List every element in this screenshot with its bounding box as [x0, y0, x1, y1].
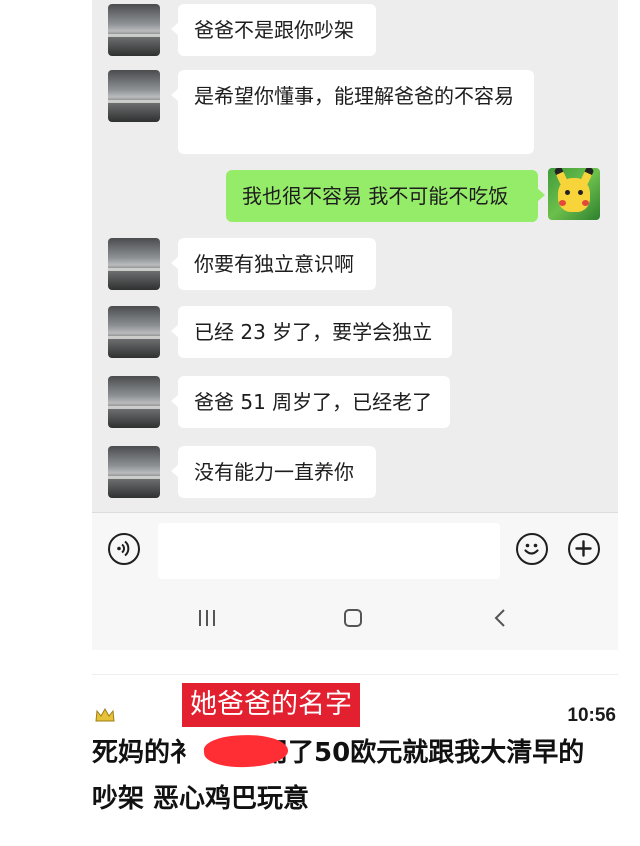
- sender-avatar[interactable]: [108, 238, 160, 290]
- message-bubble[interactable]: 我也很不容易 我不可能不吃饭: [226, 170, 545, 222]
- my-avatar[interactable]: [548, 168, 600, 220]
- pikachu-eye: [578, 190, 583, 195]
- input-bar: [92, 512, 618, 593]
- recent-apps-icon[interactable]: [196, 607, 218, 629]
- post-text-fragment: 衤: [170, 738, 197, 768]
- message-text: 我也很不容易 我不可能不吃饭: [242, 184, 509, 208]
- message-bubble[interactable]: 没有能力一直养你: [171, 446, 376, 498]
- plus-icon[interactable]: [568, 533, 600, 565]
- message-bubble[interactable]: 你要有独立意识啊: [171, 238, 376, 290]
- sender-avatar[interactable]: [108, 4, 160, 56]
- post-text-line: 吵架 恶心鸡巴玩意: [92, 784, 310, 814]
- message-bubble[interactable]: 爸爸 51 周岁了，已经老了: [171, 376, 450, 428]
- message-text: 你要有独立意识啊: [194, 252, 354, 276]
- sender-avatar[interactable]: [108, 306, 160, 358]
- name-label: 她爸爸的名字: [182, 683, 360, 727]
- crown-icon: [95, 707, 115, 722]
- message-text: 爸爸 51 周岁了，已经老了: [194, 390, 433, 414]
- message-list[interactable]: 爸爸不是跟你吵架 是希望你懂事，能理解爸爸的不容易 我也很不容易 我不可能不吃饭: [92, 0, 618, 512]
- message-text: 爸爸不是跟你吵架: [194, 18, 354, 42]
- pikachu-cheek: [582, 200, 589, 206]
- sender-avatar[interactable]: [108, 70, 160, 122]
- message-text: 已经 23 岁了，要学会独立: [194, 320, 433, 344]
- post-time: 10:56: [567, 705, 616, 726]
- emoji-icon[interactable]: [516, 533, 548, 565]
- message-text: 没有能力一直养你: [194, 460, 354, 484]
- system-nav-bar: [92, 592, 618, 650]
- pikachu-eye: [565, 190, 570, 195]
- back-icon[interactable]: [490, 607, 512, 629]
- message-text: 是希望你懂事，能理解爸爸的不容易: [194, 84, 514, 108]
- message-bubble[interactable]: 爸爸不是跟你吵架: [171, 4, 376, 56]
- message-bubble[interactable]: 是希望你懂事，能理解爸爸的不容易: [171, 70, 534, 154]
- message-input[interactable]: [158, 523, 500, 579]
- post-text-line: 死妈的衤 用了50欧元就跟我大清早的: [92, 735, 584, 771]
- pikachu-cheek: [559, 200, 566, 206]
- post-text: 死妈的: [92, 738, 171, 768]
- chat-screen: 爸爸不是跟你吵架 是希望你懂事，能理解爸爸的不容易 我也很不容易 我不可能不吃饭: [92, 0, 618, 650]
- post-text: 用了50欧元就跟我大清早的: [262, 738, 585, 768]
- home-icon[interactable]: [342, 607, 364, 629]
- sender-avatar[interactable]: [108, 376, 160, 428]
- voice-icon[interactable]: [108, 533, 140, 565]
- social-post: 她爸爸的名字 10:56 死妈的衤 用了50欧元就跟我大清早的 吵架 恶心鸡巴玩意: [92, 674, 618, 846]
- sender-avatar[interactable]: [108, 446, 160, 498]
- message-bubble[interactable]: 已经 23 岁了，要学会独立: [171, 306, 452, 358]
- pikachu-face: [558, 178, 590, 212]
